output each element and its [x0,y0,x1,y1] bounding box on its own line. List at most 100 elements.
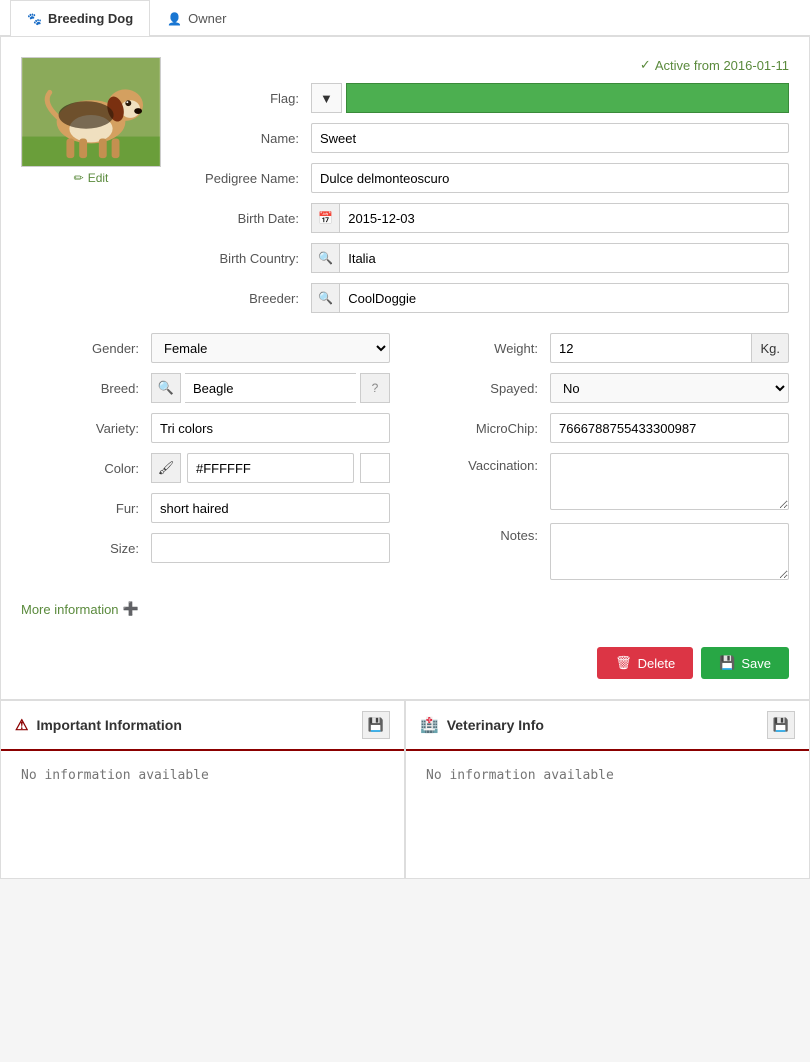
vaccination-textarea[interactable] [550,453,789,510]
check-icon: ✓ [640,57,651,73]
edit-label: Edit [88,171,109,185]
vaccination-label: Vaccination: [420,453,550,473]
two-cols: Gender: Female Male Breed: 🔍 ? [21,333,789,593]
action-buttons: 🗑 Delete 💾 Save [21,637,789,679]
pedigree-input[interactable] [311,163,789,193]
tab-breeding-dog-label: Breeding Dog [48,11,133,26]
veterinary-panel-title: 🏥 Veterinary Info [420,716,544,734]
veterinary-panel-header: 🏥 Veterinary Info 💾 [406,701,809,751]
important-panel-body [1,751,404,878]
breeder-input[interactable] [339,283,789,313]
flag-bar [346,83,789,113]
variety-input[interactable] [151,413,390,443]
breed-row: Breed: 🔍 ? [21,373,390,403]
birthcountry-field: 🔍 [311,243,789,273]
weight-input[interactable] [550,333,751,363]
fur-label: Fur: [21,501,151,516]
fur-input[interactable] [151,493,390,523]
veterinary-textarea[interactable] [418,763,797,863]
more-info-icon: ➕ [123,601,139,617]
flag-label: Flag: [181,91,311,106]
variety-row: Variety: [21,413,390,443]
more-info-label: More information [21,602,119,617]
name-row: Name: [181,123,789,153]
microchip-label: MicroChip: [420,421,550,436]
breeder-row: Breeder: 🔍 [181,283,789,313]
breed-control: 🔍 ? [151,373,390,403]
important-action-button[interactable]: 💾 [362,711,390,739]
search-icon[interactable]: 🔍 [311,243,339,273]
important-panel-header: ⚠ Important Information 💾 [1,701,404,751]
save-button[interactable]: 💾 Save [701,647,789,679]
breeder-search-icon[interactable]: 🔍 [311,283,339,313]
tab-breeding-dog[interactable]: 🐾 Breeding Dog [10,0,150,36]
important-info-panel: ⚠ Important Information 💾 [0,700,405,879]
name-label: Name: [181,131,311,146]
flag-row: Flag: ▼ [181,83,789,113]
pedigree-label: Pedigree Name: [181,171,311,186]
birthdate-field: 📅 [311,203,789,233]
tab-owner[interactable]: 👤 Owner [150,0,243,36]
trash-icon: 🗑 [615,655,632,671]
active-status: ✓ Active from 2016-01-11 [181,57,789,73]
birthdate-label: Birth Date: [181,211,311,226]
microchip-row: MicroChip: [420,413,789,443]
breed-field: 🔍 ? [151,373,390,403]
veterinary-info-panel: 🏥 Veterinary Info 💾 [405,700,810,879]
breed-input[interactable] [185,373,356,403]
important-title-text: Important Information [36,717,181,733]
weight-field: Kg. [550,333,789,363]
notes-label: Notes: [420,523,550,543]
birthdate-input[interactable] [339,203,789,233]
birthcountry-control: 🔍 [311,243,789,273]
owner-icon: 👤 [167,12,182,26]
tab-owner-label: Owner [188,11,226,26]
weight-row: Weight: Kg. [420,333,789,363]
size-input[interactable] [151,533,390,563]
birthcountry-row: Birth Country: 🔍 [181,243,789,273]
spayed-control: No Yes [550,373,789,403]
breed-search-button[interactable]: 🔍 [151,373,181,403]
breed-label: Breed: [21,381,151,396]
birthcountry-input[interactable] [339,243,789,273]
breed-help-button[interactable]: ? [360,373,390,403]
notes-row: Notes: [420,523,789,583]
breeder-label: Breeder: [181,291,311,306]
save-label: Save [741,656,771,671]
important-textarea[interactable] [13,763,392,863]
spayed-select[interactable]: No Yes [550,373,789,403]
calendar-icon[interactable]: 📅 [311,203,339,233]
notes-textarea[interactable] [550,523,789,580]
status-label: Active from 2016-01-11 [655,58,789,73]
warning-icon: ⚠ [15,716,28,734]
important-panel-title: ⚠ Important Information [15,716,182,734]
gender-row: Gender: Female Male [21,333,390,363]
flag-control: ▼ [311,83,789,113]
birthdate-control: 📅 [311,203,789,233]
col-right: Weight: Kg. Spayed: No Yes [420,333,789,593]
weight-control: Kg. [550,333,789,363]
gender-select[interactable]: Female Male [151,333,390,363]
color-picker-button[interactable]: 🖌 [151,453,181,483]
microchip-input[interactable] [550,413,789,443]
veterinary-action-button[interactable]: 💾 [767,711,795,739]
delete-label: Delete [638,656,676,671]
name-control [311,123,789,153]
vaccination-control [550,453,789,513]
name-input[interactable] [311,123,789,153]
birthdate-row: Birth Date: 📅 [181,203,789,233]
more-info-link[interactable]: More information ➕ [21,601,789,617]
edit-link[interactable]: ✏ Edit [74,171,109,185]
flag-dropdown[interactable]: ▼ [311,83,342,113]
veterinary-panel-body [406,751,809,878]
pedigree-control [311,163,789,193]
dog-photo [21,57,161,167]
vaccination-row: Vaccination: [420,453,789,513]
breeder-control: 🔍 [311,283,789,313]
col-left: Gender: Female Male Breed: 🔍 ? [21,333,390,593]
delete-button[interactable]: 🗑 Delete [597,647,693,679]
flag-field: ▼ [311,83,789,113]
size-label: Size: [21,541,151,556]
color-row: Color: 🖌 [21,453,390,483]
color-hex-input[interactable] [187,453,354,483]
